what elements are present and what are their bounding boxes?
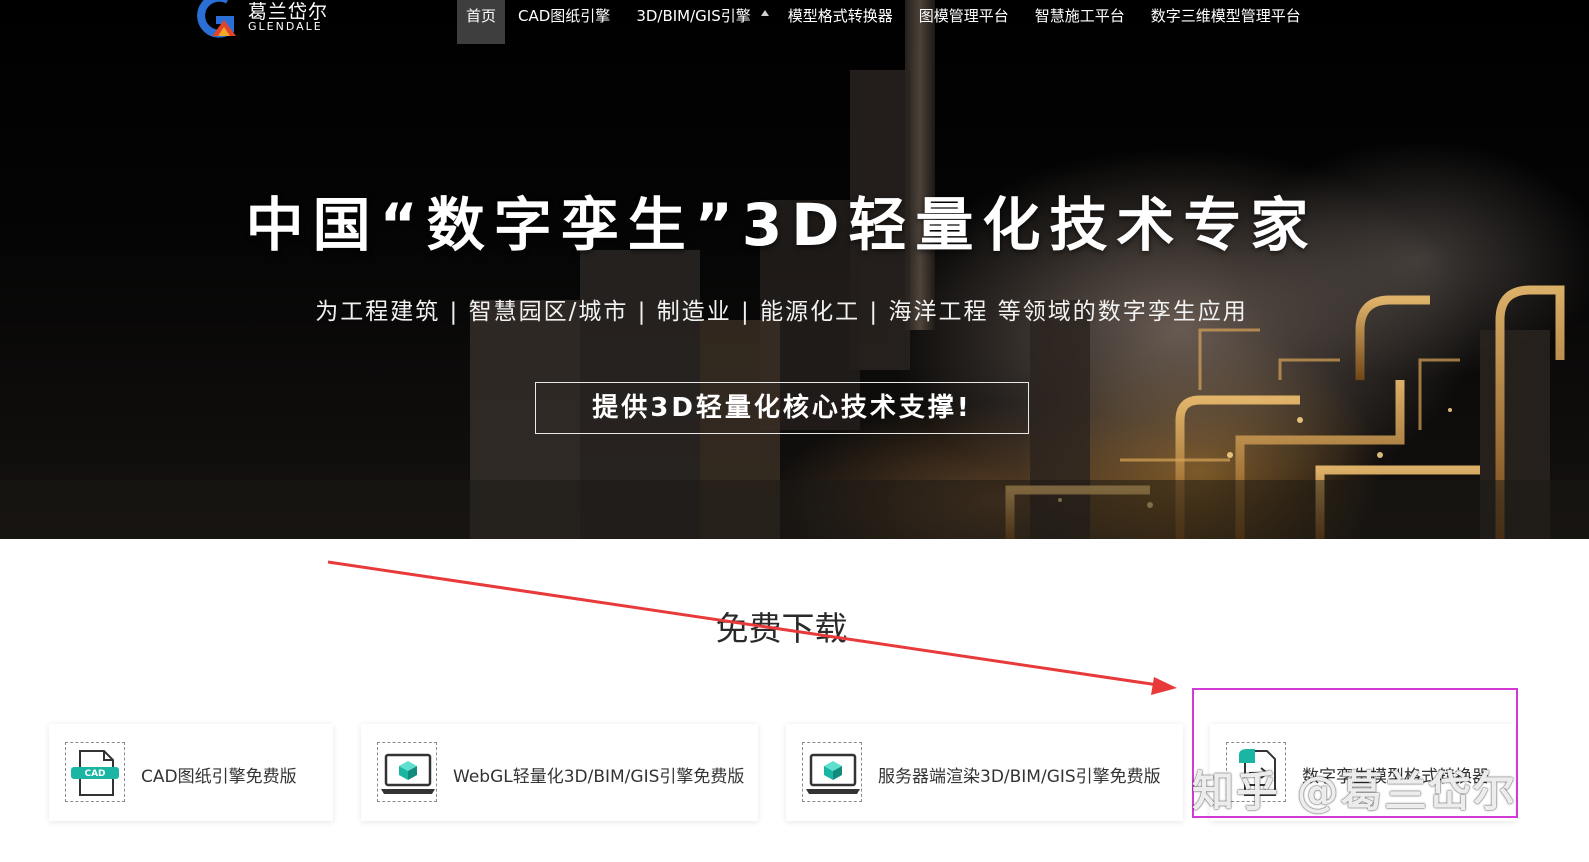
download-card-server-render[interactable]: 服务器端渲染3D/BIM/GIS引擎免费版 xyxy=(786,724,1183,821)
logo[interactable]: 葛兰岱尔 GLENDALE xyxy=(190,0,330,40)
nav-item-cad-engine[interactable]: CAD图纸引擎 xyxy=(505,0,623,44)
industrial-background-image xyxy=(0,0,1589,539)
nav-item-model-converter[interactable]: 模型格式转换器 xyxy=(775,0,906,44)
icon-frame xyxy=(377,742,437,802)
nav-item-3d-model-management[interactable]: 数字三维模型管理平台 xyxy=(1138,0,1314,44)
glendale-logo-icon xyxy=(197,0,236,38)
hero-subline: 为工程建筑 | 智慧园区/城市 | 制造业 | 能源化工 | 海洋工程 等领域的… xyxy=(315,299,1248,325)
icon-frame: CAD xyxy=(65,742,125,802)
nav-item-3d-bim-gis-engine[interactable]: 3D/BIM/GIS引擎 xyxy=(623,0,754,44)
hero-banner: 葛兰岱尔 GLENDALE 首页 CAD图纸引擎 3D/BIM/GIS引擎 模型… xyxy=(0,0,1589,539)
card-label: 服务器端渲染3D/BIM/GIS引擎免费版 xyxy=(878,767,1161,787)
nav-item-home[interactable]: 首页 xyxy=(457,0,506,44)
hero-headline: 中国“数字孪生”3D轻量化技术专家 xyxy=(245,191,1318,259)
cad-file-icon: CAD xyxy=(71,750,119,796)
caret-up-icon[interactable] xyxy=(760,10,769,16)
red-arrow-head-icon xyxy=(1151,677,1177,695)
card-label: WebGL轻量化3D/BIM/GIS引擎免费版 xyxy=(453,767,745,787)
cad-badge-text: CAD xyxy=(84,769,105,779)
card-label: CAD图纸引擎免费版 xyxy=(141,767,297,787)
watermark-text: 知乎 @葛兰岱尔 xyxy=(1192,767,1517,816)
downloads-title: 免费下载 xyxy=(715,609,848,648)
logo-text-en: GLENDALE xyxy=(248,20,323,33)
icon-frame xyxy=(802,742,862,802)
download-card-cad[interactable]: CAD CAD图纸引擎免费版 xyxy=(49,724,333,821)
hero-cta-button[interactable]: 提供3D轻量化核心技术支撑! xyxy=(535,382,1029,434)
download-card-webgl[interactable]: WebGL轻量化3D/BIM/GIS引擎免费版 xyxy=(361,724,758,821)
laptop-cube-icon xyxy=(806,753,860,794)
nav-item-drawing-model-platform[interactable]: 图模管理平台 xyxy=(906,0,1022,44)
nav-item-smart-construction[interactable]: 智慧施工平台 xyxy=(1022,0,1138,44)
main-nav: 首页 CAD图纸引擎 3D/BIM/GIS引擎 模型格式转换器 图模管理平台 智… xyxy=(457,0,1314,44)
laptop-cube-icon xyxy=(381,753,435,794)
